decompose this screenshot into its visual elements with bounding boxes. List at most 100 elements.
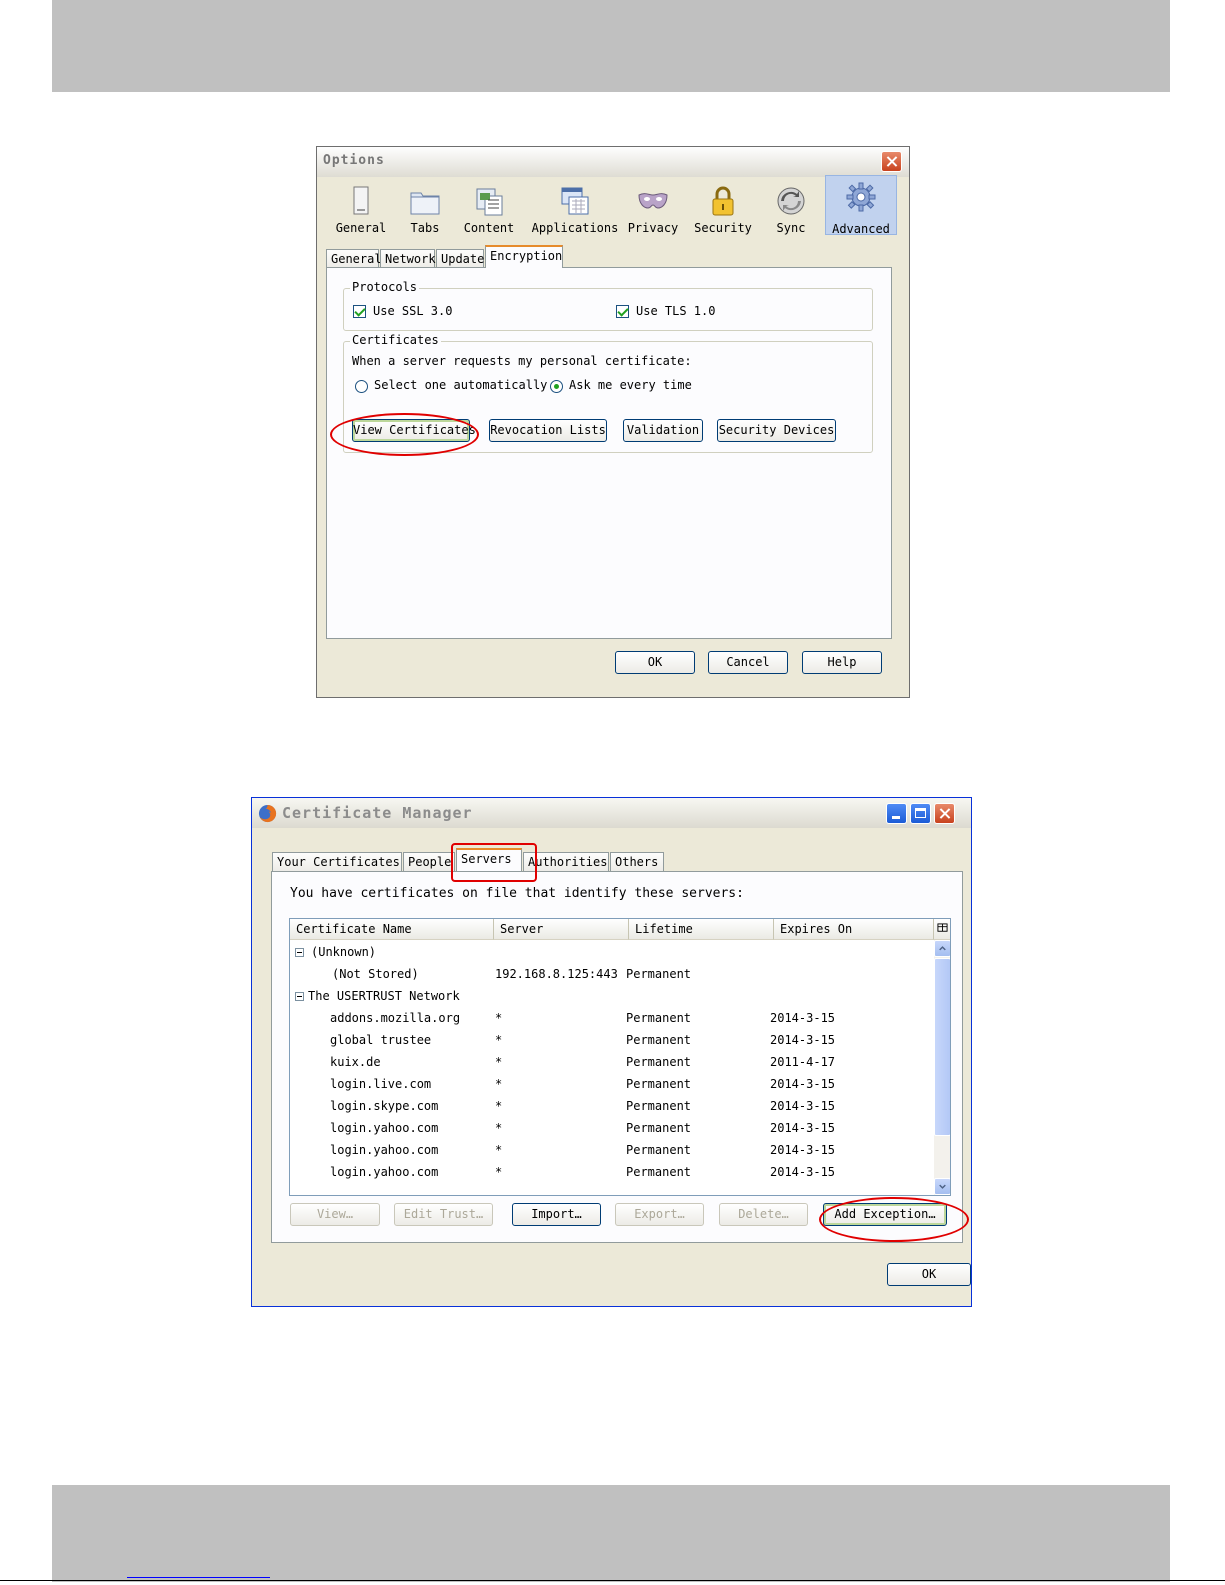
toolbar-label: Sync [776, 221, 806, 235]
table-row[interactable]: addons.mozilla.org * Permanent 2014-3-15 [290, 1007, 935, 1029]
cert-manager-title: Certificate Manager [282, 804, 473, 822]
close-icon[interactable] [934, 803, 955, 824]
scroll-down-icon[interactable] [934, 1178, 950, 1195]
maximize-icon[interactable] [910, 803, 931, 824]
table-row[interactable]: global trustee * Permanent 2014-3-15 [290, 1029, 935, 1051]
ssl-label: Use SSL 3.0 [373, 304, 453, 318]
certificate-prompt: When a server requests my personal certi… [352, 354, 692, 368]
options-window: Options General Tabs Content Application… [316, 146, 910, 698]
radio-ask-label: Ask me every time [569, 378, 692, 392]
protocols-group: Protocols Use SSL 3.0 Use TLS 1.0 [343, 280, 873, 331]
radio-ask-every-time[interactable] [550, 380, 563, 393]
toolbar-label: Tabs [410, 221, 440, 235]
add-exception-button[interactable]: Add Exception… [823, 1203, 947, 1226]
ok-button[interactable]: OK [615, 651, 695, 674]
tab-authorities[interactable]: Authorities [523, 852, 609, 872]
servers-intro: You have certificates on file that ident… [290, 886, 744, 901]
vertical-scrollbar[interactable] [934, 940, 950, 1195]
toolbar-sync[interactable]: Sync [757, 181, 825, 241]
revocation-lists-button[interactable]: Revocation Lists [489, 419, 607, 442]
table-row[interactable]: login.yahoo.com * Permanent 2014-3-15 [290, 1117, 935, 1139]
cert-manager-titlebar: Certificate Manager [252, 798, 971, 828]
applications-icon [561, 187, 589, 215]
certificates-group: Certificates When a server requests my p… [343, 333, 873, 453]
padlock-icon [712, 186, 734, 216]
toolbar-label: Content [463, 221, 515, 235]
content-icon [476, 188, 503, 216]
tabs-icon [410, 192, 440, 215]
toolbar-security[interactable]: Security [689, 181, 757, 241]
tab-servers[interactable]: Servers [456, 848, 522, 871]
protocols-label: Protocols [350, 280, 420, 294]
footer-rule [0, 1580, 1225, 1581]
edit-trust-button[interactable]: Edit Trust… [394, 1203, 493, 1226]
radio-auto-label: Select one automatically [374, 378, 548, 392]
tab-general[interactable]: General [326, 249, 382, 269]
close-icon[interactable] [881, 151, 902, 172]
privacy-mask-icon [638, 193, 668, 209]
tree-group-row[interactable]: The USERTRUST Network [290, 985, 935, 1007]
scroll-up-icon[interactable] [934, 940, 950, 957]
page-footer-band [52, 1485, 1170, 1582]
help-button[interactable]: Help [802, 651, 882, 674]
view-certificates-button[interactable]: View Certificates [352, 419, 476, 442]
toolbar-label: Applications [531, 221, 619, 235]
tab-update[interactable]: Update [436, 249, 484, 269]
sync-icon [777, 187, 805, 215]
group-name: The USERTRUST Network [308, 989, 460, 1003]
export-button[interactable]: Export… [615, 1203, 704, 1226]
validation-button[interactable]: Validation [623, 419, 703, 442]
table-row[interactable]: (Not Stored) 192.168.8.125:443 Permanent [290, 963, 935, 985]
options-title: Options [323, 153, 385, 168]
scroll-thumb[interactable] [934, 958, 950, 1136]
column-expires-on[interactable]: Expires On [774, 919, 934, 940]
toolbar-content[interactable]: Content [455, 181, 523, 241]
table-row[interactable]: login.yahoo.com * Permanent 2014-3-15 [290, 1161, 935, 1183]
column-picker-icon[interactable] [934, 919, 950, 940]
tls-label: Use TLS 1.0 [636, 304, 716, 318]
table-row[interactable]: login.skype.com * Permanent 2014-3-15 [290, 1095, 935, 1117]
column-lifetime[interactable]: Lifetime [629, 919, 774, 940]
view-button[interactable]: View… [290, 1203, 380, 1226]
toolbar-general[interactable]: General [327, 181, 395, 241]
collapse-icon[interactable] [295, 992, 304, 1001]
tab-encryption[interactable]: Encryption [485, 245, 563, 268]
firefox-icon [258, 804, 277, 823]
table-row[interactable]: login.yahoo.com * Permanent 2014-3-15 [290, 1139, 935, 1161]
tab-others[interactable]: Others [610, 852, 664, 872]
collapse-icon[interactable] [295, 948, 304, 957]
footer-link-underline[interactable] [127, 1577, 270, 1578]
import-button[interactable]: Import… [512, 1203, 601, 1226]
page-header-band [52, 0, 1170, 92]
tab-people[interactable]: People [403, 852, 455, 872]
tab-network[interactable]: Network [380, 249, 436, 269]
gear-icon [846, 182, 876, 212]
column-certificate-name[interactable]: Certificate Name [290, 919, 494, 940]
ssl-checkbox[interactable] [353, 305, 366, 318]
table-row[interactable]: login.live.com * Permanent 2014-3-15 [290, 1073, 935, 1095]
general-icon [353, 186, 369, 215]
servers-tree[interactable]: Certificate Name Server Lifetime Expires… [289, 918, 951, 1196]
toolbar-privacy[interactable]: Privacy [619, 181, 687, 241]
table-row[interactable]: kuix.de * Permanent 2011-4-17 [290, 1051, 935, 1073]
cancel-button[interactable]: Cancel [708, 651, 788, 674]
encryption-panel: Protocols Use SSL 3.0 Use TLS 1.0 Certif… [326, 267, 892, 639]
tls-checkbox[interactable] [616, 305, 629, 318]
toolbar-label: Privacy [627, 221, 679, 235]
minimize-icon[interactable] [886, 803, 907, 824]
toolbar-advanced[interactable]: Advanced [825, 175, 897, 236]
delete-button[interactable]: Delete… [719, 1203, 808, 1226]
servers-panel: You have certificates on file that ident… [271, 871, 963, 1243]
ok-button[interactable]: OK [887, 1263, 971, 1286]
toolbar-applications[interactable]: Applications [531, 181, 619, 241]
toolbar-label: General [335, 221, 387, 235]
toolbar-label: Security [694, 221, 752, 235]
security-devices-button[interactable]: Security Devices [717, 419, 836, 442]
tab-your-certificates[interactable]: Your Certificates [272, 852, 402, 872]
column-server[interactable]: Server [494, 919, 629, 940]
radio-select-automatically[interactable] [355, 380, 368, 393]
options-titlebar: Options [317, 147, 909, 177]
toolbar-label: Advanced [832, 222, 890, 236]
toolbar-tabs[interactable]: Tabs [391, 181, 459, 241]
tree-group-row[interactable]: (Unknown) [290, 941, 935, 963]
